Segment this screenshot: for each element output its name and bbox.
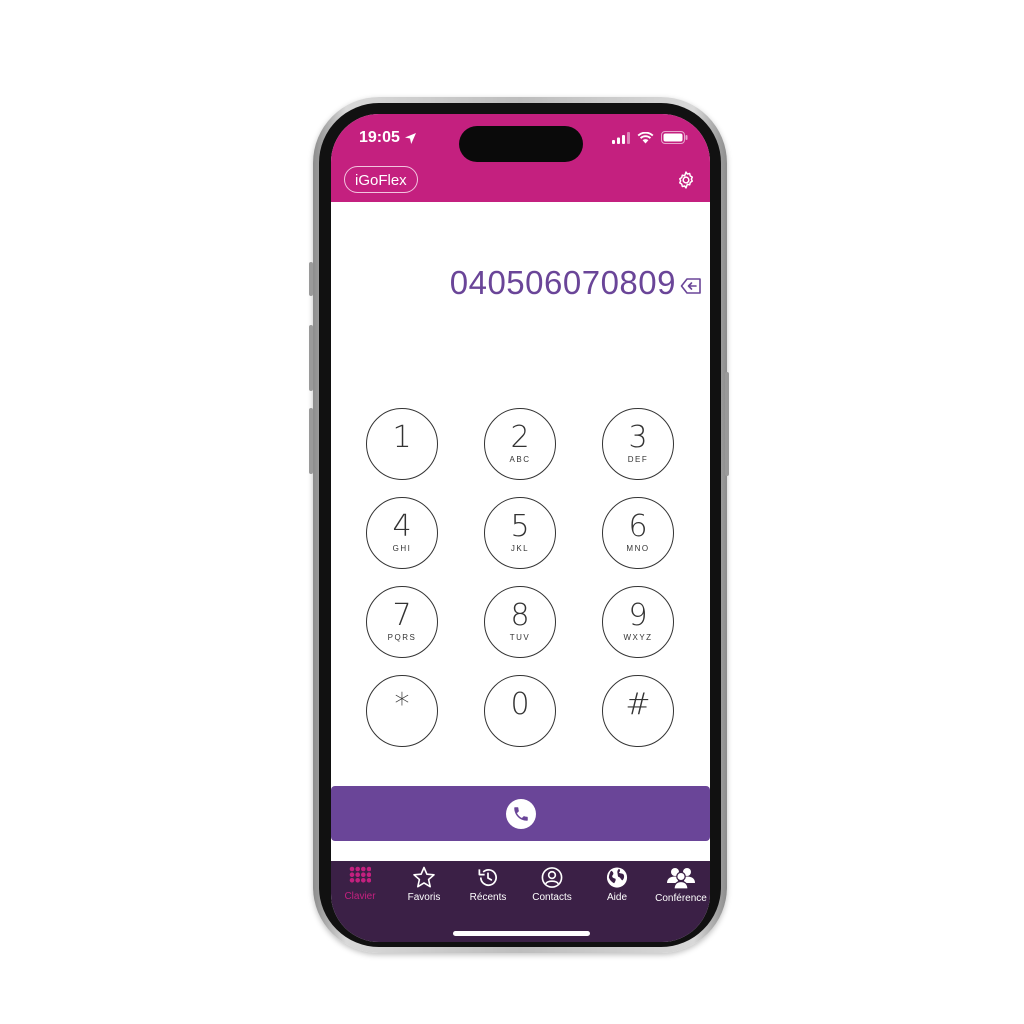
phone-icon bbox=[505, 798, 536, 829]
key-letters: GHI bbox=[392, 544, 412, 553]
dynamic-island bbox=[459, 126, 583, 162]
star-icon bbox=[413, 866, 435, 888]
key-letters: DEF bbox=[627, 455, 649, 464]
tab-label: Conférence bbox=[655, 893, 707, 904]
phone-screen: 19:05 iGoFlex 040506070809 1 2 ABC 3 DEF… bbox=[331, 114, 710, 942]
key-1[interactable]: 1 bbox=[366, 408, 438, 480]
tab-label: Récents bbox=[469, 892, 507, 903]
key-0[interactable]: 0 bbox=[484, 675, 556, 747]
wifi-icon bbox=[637, 131, 654, 143]
key-letters: PQRS bbox=[387, 633, 417, 642]
key-letters: JKL bbox=[510, 544, 530, 553]
volume-down-button bbox=[309, 408, 313, 474]
action-button bbox=[309, 262, 313, 296]
brand-button[interactable]: iGoFlex bbox=[344, 166, 418, 193]
key-digit: 4 bbox=[392, 509, 412, 544]
key-letters: ABC bbox=[509, 455, 531, 464]
key-6[interactable]: 6 MNO bbox=[602, 497, 674, 569]
key-9[interactable]: 9 WXYZ bbox=[602, 586, 674, 658]
dialed-number: 040506070809 bbox=[449, 264, 676, 301]
key-digit: 5 bbox=[510, 509, 530, 544]
key-hash[interactable]: # bbox=[602, 675, 674, 747]
key-letters: TUV bbox=[509, 633, 531, 642]
app-header: 19:05 iGoFlex bbox=[331, 114, 710, 202]
status-time: 19:05 bbox=[359, 129, 417, 147]
tab-aide[interactable]: Aide bbox=[585, 861, 649, 903]
key-letters: WXYZ bbox=[623, 633, 653, 642]
settings-button[interactable] bbox=[676, 170, 696, 190]
call-button[interactable] bbox=[331, 786, 710, 841]
keypad-icon bbox=[349, 866, 371, 883]
key-digit: # bbox=[625, 687, 651, 722]
key-letters: MNO bbox=[626, 544, 650, 553]
key-5[interactable]: 5 JKL bbox=[484, 497, 556, 569]
group-icon bbox=[667, 868, 695, 890]
key-digit: 7 bbox=[392, 598, 412, 633]
signal-icon bbox=[612, 131, 630, 144]
battery-icon bbox=[661, 131, 688, 144]
tab-label: Contacts bbox=[532, 892, 572, 903]
key-digit: 9 bbox=[628, 598, 648, 633]
key-3[interactable]: 3 DEF bbox=[602, 408, 674, 480]
location-arrow-icon bbox=[404, 132, 416, 144]
tab-label: Aide bbox=[606, 892, 627, 903]
tab-recents[interactable]: Récents bbox=[456, 861, 520, 903]
key-digit: 2 bbox=[510, 420, 530, 455]
power-button bbox=[725, 372, 729, 476]
contact-icon bbox=[541, 867, 563, 888]
backspace-button[interactable] bbox=[680, 277, 702, 295]
key-digit: 3 bbox=[628, 420, 648, 455]
key-star[interactable]: * bbox=[366, 675, 438, 747]
tab-label: Clavier bbox=[344, 891, 376, 902]
status-indicators bbox=[612, 131, 688, 144]
home-indicator bbox=[453, 931, 590, 936]
key-7[interactable]: 7 PQRS bbox=[366, 586, 438, 658]
volume-up-button bbox=[309, 325, 313, 391]
tab-clavier[interactable]: Clavier bbox=[331, 861, 392, 902]
tab-favoris[interactable]: Favoris bbox=[392, 861, 456, 903]
tab-contacts[interactable]: Contacts bbox=[520, 861, 584, 903]
key-digit: 6 bbox=[628, 509, 648, 544]
tab-label: Favoris bbox=[407, 892, 441, 903]
gear-icon bbox=[679, 171, 693, 189]
key-8[interactable]: 8 TUV bbox=[484, 586, 556, 658]
key-4[interactable]: 4 GHI bbox=[366, 497, 438, 569]
history-icon bbox=[478, 869, 497, 886]
globe-icon bbox=[606, 867, 628, 888]
tab-bar: Clavier Favoris Récents Contacts Aide Co… bbox=[331, 861, 710, 942]
key-digit: 1 bbox=[392, 420, 412, 455]
key-digit: * bbox=[394, 687, 410, 722]
key-2[interactable]: 2 ABC bbox=[484, 408, 556, 480]
key-digit: 8 bbox=[510, 598, 530, 633]
tab-conference[interactable]: Conférence bbox=[649, 861, 710, 904]
backspace-icon bbox=[680, 278, 701, 294]
status-time-label: 19:05 bbox=[359, 129, 400, 146]
key-digit: 0 bbox=[510, 687, 530, 722]
